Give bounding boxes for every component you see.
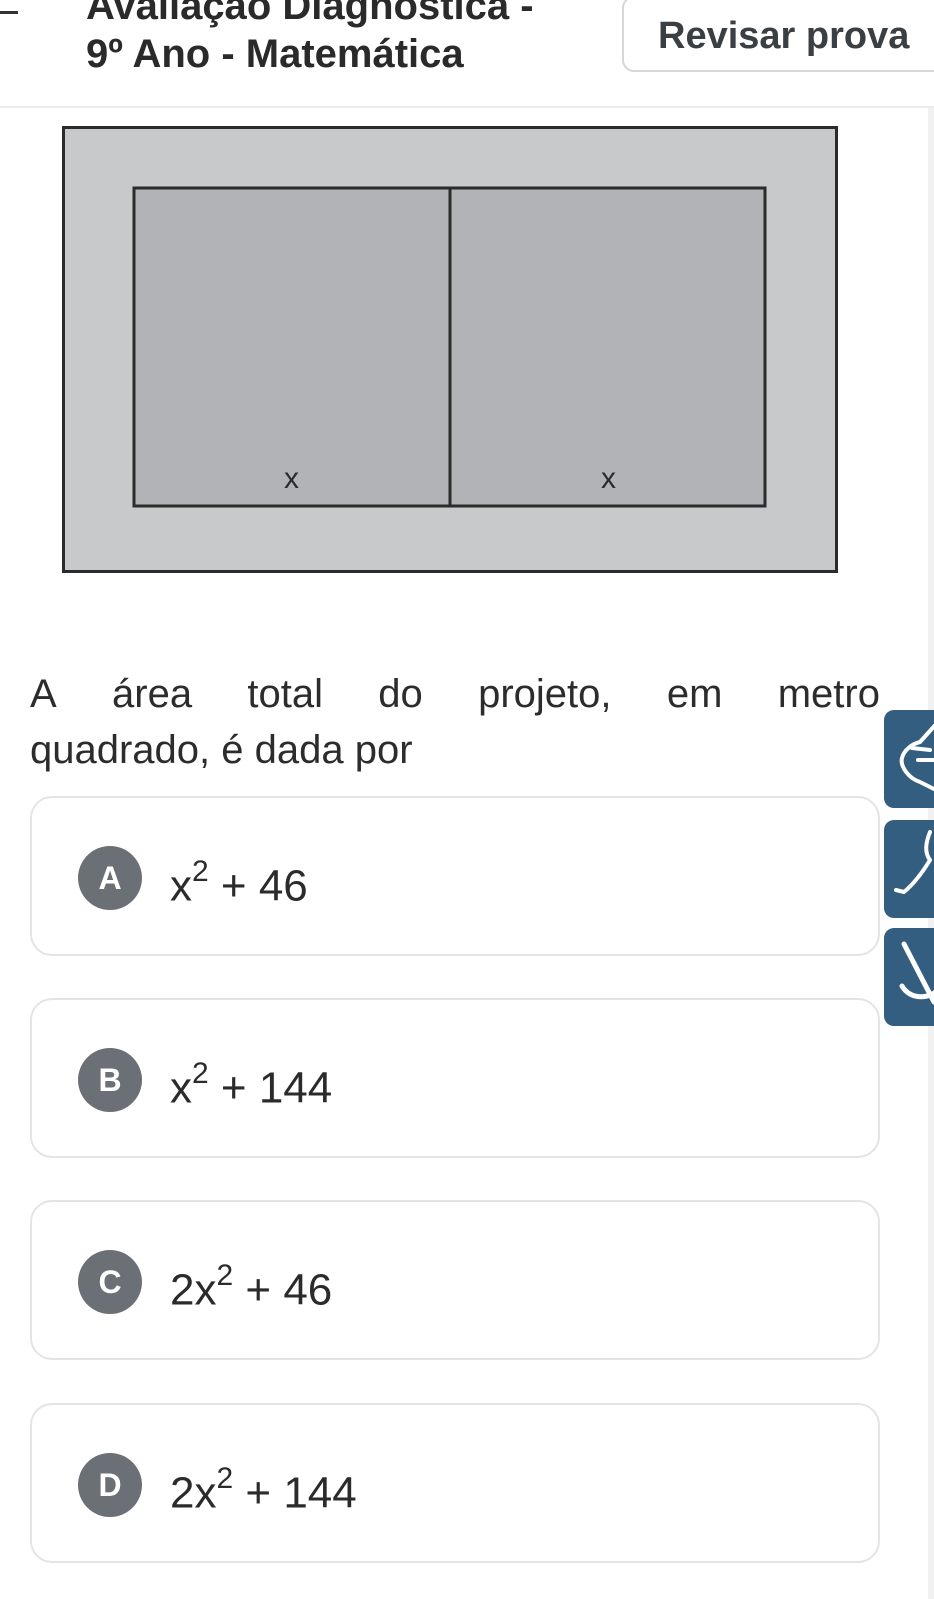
eye-slash-icon (899, 941, 934, 1005)
project-diagram: x x (62, 126, 838, 573)
side-label-left: x (284, 462, 299, 495)
inner-square-right (448, 186, 767, 508)
answer-option-d[interactable]: D 2x2 + 144 (30, 1403, 880, 1563)
expression-variable: x (170, 1063, 192, 1113)
option-expression: 2x2 + 144 (170, 1453, 357, 1524)
answer-option-b[interactable]: Bx2 + 144 (30, 998, 880, 1158)
expression-coefficient: 2 (170, 1468, 195, 1518)
question-word: total (247, 672, 323, 716)
header-bar: Avaliação Diagnóstica - 9º Ano - Matemát… (0, 0, 934, 108)
expression-exponent: 2 (216, 1462, 234, 1495)
question-line1: Aárea total do projeto, em metro (30, 666, 880, 722)
menu-dash-icon[interactable] (0, 11, 18, 14)
expression-exponent: 2 (216, 1259, 234, 1292)
review-exam-button[interactable]: Revisar prova (622, 0, 934, 72)
option-expression: x2 + 46 (170, 846, 308, 917)
expression-variable: x (170, 861, 192, 911)
option-letter-badge: C (78, 1250, 142, 1314)
answer-option-c[interactable]: C 2x2 + 46 (30, 1200, 880, 1360)
project-figure: x x (62, 126, 838, 579)
hand-pointer-icon (899, 723, 934, 792)
option-letter-badge: D (78, 1453, 142, 1517)
question-word: em (666, 672, 723, 716)
exam-title-line1: Avaliação Diagnóstica - (86, 0, 534, 28)
expression-exponent: 2 (192, 1057, 209, 1090)
expression-variable: x (194, 1468, 217, 1518)
question-line2: quadrado, é dada por (30, 728, 413, 772)
question-word: metro (777, 672, 880, 716)
expression-constant: + 144 (233, 1468, 357, 1518)
expression-constant: + 144 (208, 1063, 333, 1113)
expression-exponent: 2 (192, 855, 209, 888)
question-word: projeto, (478, 672, 612, 716)
option-letter-badge: B (78, 1048, 142, 1112)
option-expression: 2x2 + 46 (170, 1250, 332, 1321)
side-tool-eye-slash[interactable] (884, 928, 934, 1026)
side-label-right: x (601, 462, 616, 495)
exam-title: Avaliação Diagnóstica - 9º Ano - Matemát… (86, 0, 606, 78)
side-tool-scissors[interactable] (884, 820, 934, 918)
question-word: área (112, 672, 193, 716)
question-word: A (30, 672, 57, 716)
expression-coefficient: 2 (170, 1265, 195, 1315)
expression-variable: x (194, 1265, 217, 1315)
question-text: Aárea total do projeto, em metro quadrado, é … (30, 666, 880, 778)
option-letter-badge: A (78, 846, 142, 910)
answer-option-a[interactable]: Ax2 + 46 (30, 796, 880, 956)
expression-constant: + 46 (208, 861, 308, 911)
expression-constant: + 46 (233, 1265, 333, 1315)
scissors-icon (894, 830, 932, 894)
option-expression: x2 + 144 (170, 1048, 332, 1119)
exam-title-line2: 9º Ano - Matemática (86, 32, 464, 76)
question-word: do (378, 672, 423, 716)
side-tool-hand[interactable] (884, 710, 934, 808)
inner-square-left (132, 186, 452, 508)
